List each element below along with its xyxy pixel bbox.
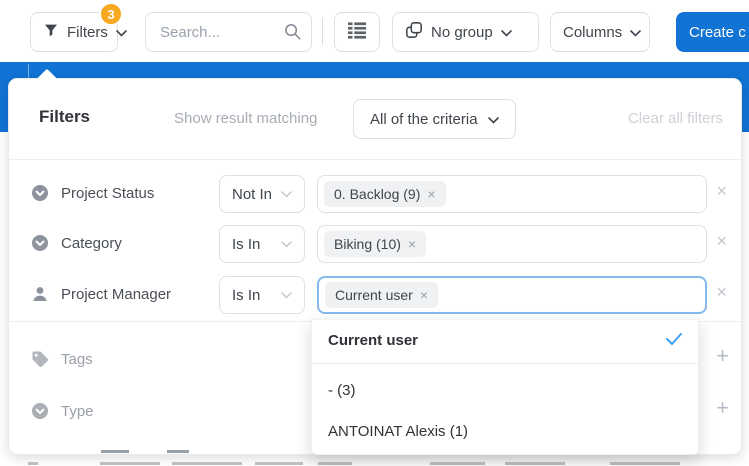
filters-panel: Filters Show result matching All of the … [8,68,742,455]
filter-value-chip[interactable]: Current user × [325,282,438,308]
chip-remove-icon[interactable]: × [408,237,416,251]
person-icon [31,285,49,308]
chevron-down-icon [281,291,292,299]
status-dot-icon [31,234,49,257]
dropdown-item-blank[interactable]: - (3) [312,370,698,411]
criteria-dropdown[interactable]: All of the criteria [353,99,516,139]
dropdown-item-label: ANTOINAT Alexis (1) [328,423,469,440]
panel-header: Filters Show result matching All of the … [9,79,741,159]
dropdown-item-antoinat[interactable]: ANTOINAT Alexis (1) [312,411,698,452]
criteria-dropdown-value: All of the criteria [370,110,478,128]
filter-row-label: Project Status [61,185,155,202]
header-divider [9,159,741,160]
add-filter-icon[interactable]: + [716,397,729,419]
remove-filter-icon[interactable]: × [716,232,727,250]
status-dot-icon [31,402,49,425]
filter-values-field[interactable]: Biking (10) × [317,225,707,263]
create-button[interactable]: Create c [676,12,749,52]
operator-value: Is In [232,286,261,304]
chevron-down-icon [116,24,127,41]
funnel-icon [43,22,59,42]
search-box [145,12,312,52]
dropdown-item-label: Current user [328,332,419,349]
chip-label: 0. Backlog (9) [334,186,421,202]
filter-row-label: Tags [61,351,93,368]
chip-label: Current user [335,287,413,303]
chevron-down-icon [281,240,292,248]
columns-button[interactable]: Columns [550,12,650,52]
filter-values-field[interactable]: 0. Backlog (9) × [317,175,707,213]
value-dropdown-menu: Current user - (3) ANTOINAT Alexis (1) [311,319,699,455]
toolbar: Filters 3 Search... No group Columns Cre… [0,0,749,62]
toolbar-divider [322,18,323,45]
group-by-button[interactable]: No group [392,12,539,52]
chip-label: Biking (10) [334,236,401,252]
dropdown-item-current-user[interactable]: Current user [312,320,698,361]
filter-row-project-manager: Project Manager Is In Current user × × [9,270,741,320]
filters-button-label: Filters [67,23,108,41]
filter-value-chip[interactable]: 0. Backlog (9) × [324,181,446,207]
group-icon [405,21,423,43]
check-icon [666,332,682,349]
chevron-down-icon [487,111,499,128]
remove-filter-icon[interactable]: × [716,182,727,200]
status-dot-icon [31,184,49,207]
chevron-down-icon [281,190,292,198]
tag-icon [31,350,49,373]
operator-dropdown[interactable]: Is In [219,276,305,314]
group-by-label: No group [431,23,493,41]
screen: Filters 3 Search... No group Columns Cre… [0,0,749,466]
list-view-button[interactable] [334,12,380,52]
filter-row-label: Category [61,235,122,252]
table-column-divider [28,64,29,79]
menu-divider [312,363,698,364]
filter-row-category: Category Is In Biking (10) × × [9,219,741,269]
filter-value-chip[interactable]: Biking (10) × [324,231,427,257]
match-label: Show result matching [174,110,318,127]
clear-all-filters-link[interactable]: Clear all filters [628,110,723,127]
remove-filter-icon[interactable]: × [716,283,727,301]
dropdown-item-label: - (3) [328,382,356,399]
panel-title: Filters [39,107,91,126]
filter-row-project-status: Project Status Not In 0. Backlog (9) × × [9,169,741,219]
chevron-down-icon [500,24,512,41]
chip-remove-icon[interactable]: × [427,187,435,201]
filter-values-field-focused[interactable]: Current user × [317,276,707,314]
chip-remove-icon[interactable]: × [420,288,428,302]
create-button-label: Create c [689,23,746,41]
operator-dropdown[interactable]: Is In [219,225,305,263]
filters-count-badge: 3 [99,2,123,26]
search-icon [283,22,302,46]
operator-value: Not In [232,185,273,203]
chevron-down-icon [630,24,641,41]
filter-row-label: Project Manager [61,286,172,303]
columns-label: Columns [563,23,623,41]
operator-value: Is In [232,235,261,253]
operator-dropdown[interactable]: Not In [219,175,305,213]
add-filter-icon[interactable]: + [716,345,729,367]
filter-row-label: Type [61,403,94,420]
list-view-icon [348,21,366,43]
